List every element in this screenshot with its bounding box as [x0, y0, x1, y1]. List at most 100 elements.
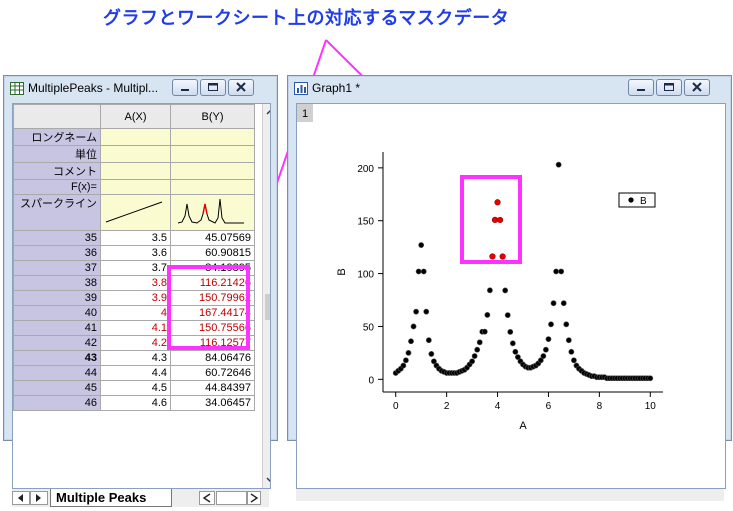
- data-point[interactable]: [545, 336, 552, 343]
- data-point[interactable]: [425, 337, 432, 344]
- data-point[interactable]: [512, 348, 519, 355]
- meta-cell[interactable]: [100, 128, 171, 146]
- data-point[interactable]: [418, 242, 425, 248]
- meta-cell[interactable]: [100, 179, 171, 195]
- meta-cell[interactable]: [170, 128, 255, 146]
- data-point[interactable]: [420, 268, 427, 275]
- data-point[interactable]: [487, 287, 493, 294]
- row-index[interactable]: 42: [13, 335, 101, 351]
- meta-cell[interactable]: [170, 162, 255, 180]
- cell-a[interactable]: 4.5: [100, 380, 171, 396]
- data-point[interactable]: [410, 323, 417, 330]
- data-point[interactable]: [553, 268, 559, 275]
- minimize-button[interactable]: [172, 79, 198, 96]
- tab-nav-arrows[interactable]: [12, 489, 52, 507]
- data-point[interactable]: [474, 346, 481, 353]
- meta-label-formula[interactable]: F(x)=: [13, 179, 101, 195]
- data-point[interactable]: [415, 268, 422, 275]
- cell-b[interactable]: 34.06457: [170, 395, 255, 411]
- data-point[interactable]: [469, 358, 475, 365]
- cell-a[interactable]: 4.4: [100, 365, 171, 381]
- table-row[interactable]: 35 3.5 45.07569: [13, 230, 255, 246]
- data-point[interactable]: [428, 351, 435, 357]
- cell-a[interactable]: 4.6: [100, 395, 171, 411]
- graph-page[interactable]: 1 0 2 4 6 8 10 0 50 100 150 200 A B B: [296, 103, 726, 489]
- data-point[interactable]: [565, 337, 572, 344]
- column-header-a[interactable]: A(X): [100, 104, 171, 129]
- data-point[interactable]: [504, 312, 511, 319]
- cell-a[interactable]: 3.5: [100, 230, 171, 246]
- data-point[interactable]: [563, 321, 570, 328]
- sparkline-a[interactable]: [100, 194, 171, 231]
- row-index[interactable]: 43: [13, 350, 101, 366]
- data-point[interactable]: [540, 353, 547, 359]
- cell-b[interactable]: 84.06476: [170, 350, 255, 366]
- row-index[interactable]: 40: [13, 305, 101, 321]
- data-point[interactable]: [560, 300, 567, 307]
- sheet-tab-multiple-peaks[interactable]: Multiple Peaks: [50, 489, 172, 507]
- cell-b[interactable]: 45.07569: [170, 230, 255, 246]
- data-point[interactable]: [403, 357, 409, 364]
- table-row[interactable]: 44 4.4 60.72646: [13, 365, 255, 381]
- data-point[interactable]: [543, 346, 549, 353]
- data-point[interactable]: [476, 339, 483, 346]
- data-point[interactable]: [509, 340, 516, 347]
- cell-a[interactable]: 3.8: [100, 275, 171, 291]
- cell-a[interactable]: 3.9: [100, 290, 171, 306]
- data-point[interactable]: [558, 268, 565, 275]
- minimize-button[interactable]: [628, 79, 654, 96]
- data-point[interactable]: [550, 300, 557, 307]
- maximize-button[interactable]: [200, 79, 226, 96]
- meta-label-longname[interactable]: ロングネーム: [13, 128, 101, 146]
- cell-a[interactable]: 3.6: [100, 245, 171, 261]
- cell-b[interactable]: 60.90815: [170, 245, 255, 261]
- data-point[interactable]: [400, 362, 407, 369]
- data-point[interactable]: [405, 349, 412, 356]
- table-row[interactable]: 43 4.3 84.06476: [13, 350, 255, 366]
- cell-a[interactable]: 3.7: [100, 260, 171, 276]
- data-point[interactable]: [548, 321, 554, 328]
- meta-cell[interactable]: [170, 179, 255, 195]
- cell-b[interactable]: 44.84397: [170, 380, 255, 396]
- row-index[interactable]: 44: [13, 365, 101, 381]
- close-button[interactable]: [684, 79, 710, 96]
- data-point[interactable]: [471, 353, 478, 359]
- cell-a[interactable]: 4: [100, 305, 171, 321]
- row-index[interactable]: 35: [13, 230, 101, 246]
- data-point[interactable]: [507, 329, 514, 335]
- maximize-button[interactable]: [656, 79, 682, 96]
- row-index[interactable]: 39: [13, 290, 101, 306]
- meta-label-comment[interactable]: コメント: [13, 162, 101, 180]
- data-point[interactable]: [571, 357, 577, 364]
- data-point[interactable]: [502, 287, 509, 294]
- cell-a[interactable]: 4.2: [100, 335, 171, 351]
- graph-titlebar[interactable]: Graph1 *: [288, 76, 731, 102]
- row-index[interactable]: 37: [13, 260, 101, 276]
- data-point[interactable]: [481, 328, 488, 335]
- meta-cell[interactable]: [100, 162, 171, 180]
- vertical-scrollbar[interactable]: [262, 104, 270, 488]
- data-point[interactable]: [484, 312, 491, 318]
- meta-label-sparkline[interactable]: スパークライン: [13, 194, 101, 231]
- row-index[interactable]: 41: [13, 320, 101, 336]
- worksheet-window[interactable]: MultiplePeaks - Multipl... A(X) B(Y) ロング…: [3, 75, 278, 507]
- data-point[interactable]: [568, 348, 575, 355]
- chart-canvas[interactable]: 1 0 2 4 6 8 10050100150200AB B: [297, 104, 725, 488]
- cell-a[interactable]: 4.3: [100, 350, 171, 366]
- data-point[interactable]: [647, 375, 654, 382]
- table-row[interactable]: 46 4.6 34.06457: [13, 395, 255, 411]
- cell-a[interactable]: 4.1: [100, 320, 171, 336]
- row-index[interactable]: 38: [13, 275, 101, 291]
- table-row[interactable]: 36 3.6 60.90815: [13, 245, 255, 261]
- meta-cell[interactable]: [170, 145, 255, 163]
- worksheet-titlebar[interactable]: MultiplePeaks - Multipl...: [4, 76, 277, 102]
- sparkline-b[interactable]: [170, 194, 255, 231]
- data-point[interactable]: [423, 308, 430, 315]
- data-point[interactable]: [408, 338, 414, 345]
- row-index[interactable]: 45: [13, 380, 101, 396]
- corner-cell[interactable]: [13, 104, 101, 129]
- column-header-b[interactable]: B(Y): [170, 104, 255, 129]
- meta-label-units[interactable]: 単位: [13, 145, 101, 163]
- horizontal-scrollbar[interactable]: [177, 489, 267, 507]
- data-point[interactable]: [413, 308, 419, 315]
